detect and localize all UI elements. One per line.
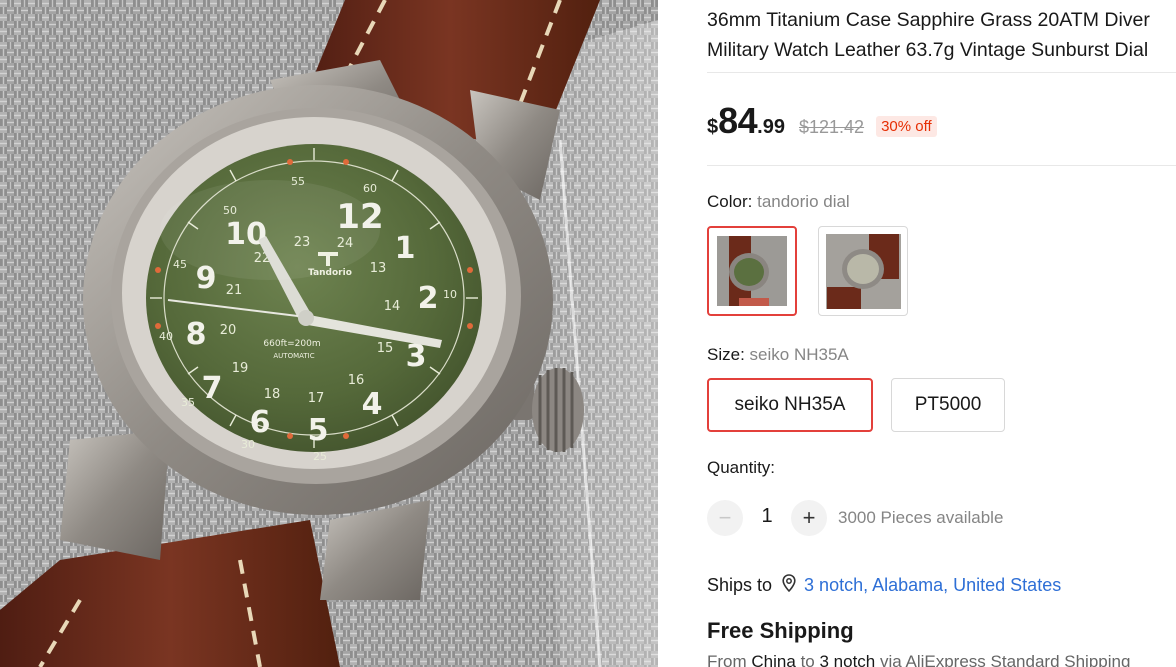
ships-to-row: Ships to 3 notch, Alabama, United States: [707, 574, 1061, 597]
price-decimal: .99: [757, 116, 785, 138]
quantity-decrease-button[interactable]: −: [707, 500, 743, 536]
product-main-image[interactable]: 12 1 2 3 4 5 6 7 8 9 10 24 13 14 15 16 17 18…: [0, 0, 658, 667]
svg-text:20: 20: [220, 323, 237, 338]
price-currency: $: [707, 116, 719, 138]
watch-thumbnail-icon: [826, 234, 901, 309]
svg-text:2: 2: [418, 281, 439, 316]
color-label-row: Color: tandorio dial: [707, 192, 850, 212]
svg-text:40: 40: [159, 330, 173, 343]
svg-text:21: 21: [226, 283, 243, 298]
divider: [707, 165, 1176, 166]
to-word: to: [800, 652, 815, 667]
svg-text:25: 25: [313, 450, 327, 463]
svg-text:17: 17: [308, 391, 325, 406]
svg-text:60: 60: [363, 182, 377, 195]
watch-photo-icon: 12 1 2 3 4 5 6 7 8 9 10 241314 151617 18…: [0, 0, 658, 667]
quantity-value[interactable]: 1: [759, 505, 775, 528]
from-country: China: [751, 652, 796, 667]
from-prefix: From: [707, 652, 747, 667]
watch-thumbnail-icon: [717, 236, 787, 306]
svg-text:18: 18: [264, 387, 281, 402]
shipping-route: From China to 3 notch via AliExpress Sta…: [707, 652, 1130, 667]
svg-text:6: 6: [250, 405, 271, 440]
divider: [707, 72, 1176, 73]
product-info-panel: 36mm Titanium Case Sapphire Grass 20ATM …: [707, 0, 1176, 667]
price-row: $ 84 .99 $121.42 30% off: [707, 100, 937, 142]
svg-text:15: 15: [377, 341, 394, 356]
svg-text:19: 19: [232, 361, 249, 376]
quantity-increase-button[interactable]: +: [791, 500, 827, 536]
color-option-tandorio-dial[interactable]: [707, 226, 797, 316]
color-label: Color:: [707, 192, 753, 211]
svg-text:7: 7: [202, 371, 223, 406]
svg-text:10: 10: [443, 288, 457, 301]
svg-text:5: 5: [308, 413, 329, 448]
size-option-pt5000[interactable]: PT5000: [891, 378, 1005, 432]
original-price: $121.42: [798, 117, 865, 137]
svg-text:8: 8: [186, 317, 207, 352]
quantity-label: Quantity:: [707, 458, 776, 477]
svg-text:35: 35: [181, 396, 195, 409]
svg-text:13: 13: [370, 261, 387, 276]
dial-subtext: AUTOMATIC: [273, 352, 314, 360]
product-title: 36mm Titanium Case Sapphire Grass 20ATM …: [707, 9, 1150, 61]
location-pin-icon: [782, 574, 796, 597]
via-text: via AliExpress Standard Shipping: [879, 652, 1131, 667]
svg-text:4: 4: [362, 387, 383, 422]
color-value: tandorio dial: [757, 192, 850, 211]
size-label: Size:: [707, 345, 745, 364]
svg-text:16: 16: [348, 373, 365, 388]
to-place: 3 notch: [819, 652, 876, 667]
svg-text:1: 1: [395, 231, 416, 266]
dial-text: 660ft=200m: [263, 339, 320, 349]
ships-to-label: Ships to: [707, 575, 773, 595]
discount-badge: 30% off: [876, 116, 937, 137]
free-shipping-label: Free Shipping: [707, 618, 854, 643]
ship-location-link[interactable]: 3 notch, Alabama, United States: [804, 575, 1061, 596]
color-option-white-dial[interactable]: [818, 226, 908, 316]
svg-text:30: 30: [241, 438, 255, 451]
price-integer: 84: [718, 100, 758, 141]
size-label-row: Size: seiko NH35A: [707, 345, 849, 365]
stock-available: 3000 Pieces available: [838, 508, 1004, 527]
svg-text:14: 14: [384, 299, 401, 314]
size-value: seiko NH35A: [749, 345, 849, 364]
size-option-seiko-nh35a[interactable]: seiko NH35A: [707, 378, 873, 432]
